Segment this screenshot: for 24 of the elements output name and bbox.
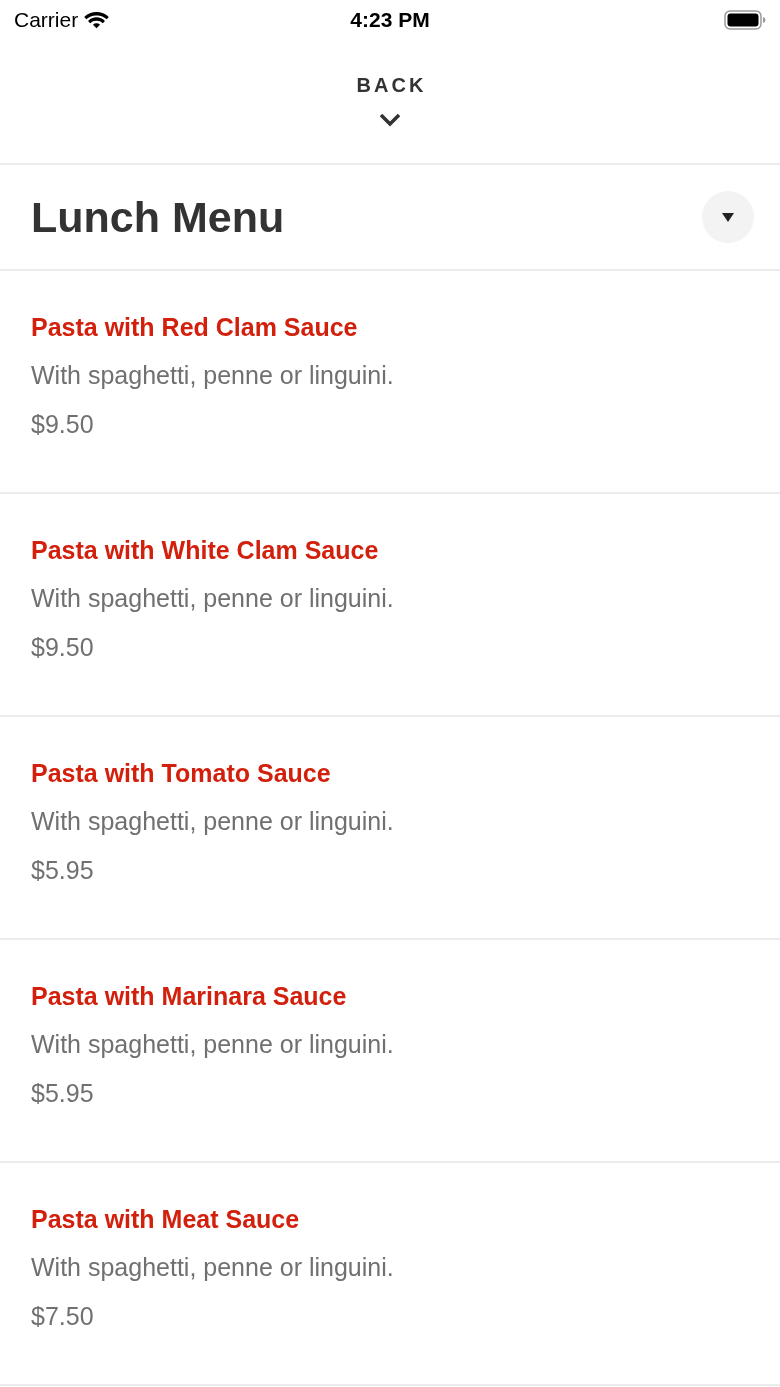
dropdown-toggle-button[interactable] [702, 191, 754, 243]
menu-item-description: With spaghetti, penne or linguini. [31, 1029, 394, 1060]
battery-icon [724, 10, 766, 30]
menu-item-name[interactable]: Pasta with Meat Sauce [31, 1195, 300, 1243]
menu-item-price: $9.50 [31, 409, 94, 440]
menu-item-price: $7.50 [31, 1301, 94, 1332]
wifi-icon [84, 11, 110, 29]
menu-item-name[interactable]: Pasta with White Clam Sauce [31, 526, 379, 574]
menu-item-price: $5.95 [31, 855, 94, 886]
triangle-down-icon [722, 212, 734, 222]
menu-item-description: With spaghetti, penne or linguini. [31, 583, 394, 614]
menu-item-description: With spaghetti, penne or linguini. [31, 360, 394, 391]
chevron-down-icon [379, 113, 401, 127]
menu-item-price: $5.95 [31, 1078, 94, 1109]
back-button[interactable]: BACK [353, 74, 427, 127]
menu-item-price: $9.50 [31, 632, 94, 663]
carrier-name: Carrier [14, 8, 79, 32]
menu-item-name[interactable]: Pasta with Marinara Sauce [31, 972, 347, 1020]
menu-item-name[interactable]: Pasta with Red Clam Sauce [31, 303, 358, 351]
menu-item-description: With spaghetti, penne or linguini. [31, 1252, 394, 1283]
status-time: 4:23 PM [350, 8, 430, 32]
menu-title: Lunch Menu [31, 192, 285, 242]
menu-item-name[interactable]: Pasta with Tomato Sauce [31, 749, 331, 797]
menu-item-description: With spaghetti, penne or linguini. [31, 806, 394, 837]
